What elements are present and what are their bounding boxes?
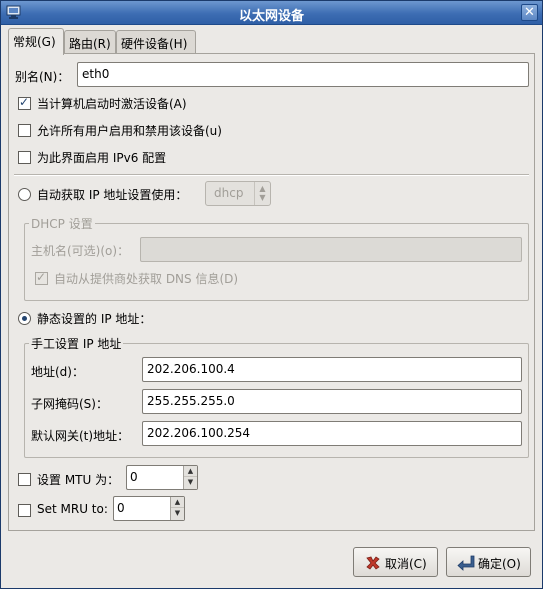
auto-ip-radio[interactable]	[18, 188, 31, 201]
general-panel: 别名(N)： eth0 当计算机启动时激活设备(A) 允许所有用户启用和禁用该设…	[8, 53, 535, 531]
ipv6-checkbox[interactable]	[18, 151, 31, 164]
spin-down-icon[interactable]: ▼	[171, 508, 184, 519]
mtu-label: 设置 MTU 为：	[37, 473, 120, 487]
auto-dns-label: 自动从提供商处获取 DNS 信息(D)	[54, 272, 239, 286]
allow-users-label: 允许所有用户启用和禁用该设备(u)	[37, 124, 222, 138]
hostname-label: 主机名(可选)(o)：	[31, 244, 130, 258]
static-ip-radio[interactable]	[18, 312, 31, 325]
title-bar[interactable]: 以太网设备 ✕	[1, 1, 542, 25]
mtu-checkbox[interactable]	[18, 473, 31, 486]
activate-on-boot-checkbox[interactable]	[18, 95, 31, 110]
ok-button[interactable]: 确定(O)	[446, 547, 531, 577]
cancel-button-label: 取消(C)	[385, 557, 427, 571]
ip-method-value: dhcp	[214, 186, 244, 200]
tab-general[interactable]: 常规(G)	[8, 28, 64, 55]
spin-up-icon[interactable]: ▲	[171, 497, 184, 508]
spin-up-icon[interactable]: ▲	[184, 466, 197, 477]
mtu-value: 0	[130, 470, 138, 484]
mru-label: Set MRU to:	[37, 502, 108, 516]
auto-dns-checkbox[interactable]	[35, 270, 48, 285]
mru-spinbutton[interactable]: 0 ▲ ▼	[113, 496, 185, 521]
gateway-input[interactable]: 202.206.100.254	[142, 421, 522, 446]
mru-spin-buttons: ▲ ▼	[170, 497, 184, 520]
enter-arrow-icon	[457, 555, 475, 571]
ipv6-label: 为此界面启用 IPv6 配置	[37, 151, 167, 165]
netmask-input[interactable]: 255.255.255.0	[142, 389, 522, 414]
address-input[interactable]: 202.206.100.4	[142, 357, 522, 382]
tab-hardware[interactable]: 硬件设备(H)	[116, 30, 196, 54]
chevron-updown-icon: ▲ ▼	[254, 182, 270, 205]
address-label: 地址(d)：	[31, 365, 84, 379]
manual-ip-title: 手工设置 IP 地址	[29, 335, 124, 352]
spin-down-icon[interactable]: ▼	[184, 477, 197, 488]
mru-value: 0	[117, 501, 125, 515]
ok-button-label: 确定(O)	[478, 557, 521, 571]
mru-checkbox[interactable]	[18, 504, 31, 517]
gateway-label: 默认网关(t)地址：	[31, 429, 130, 443]
activate-on-boot-label: 当计算机启动时激活设备(A)	[37, 97, 187, 111]
close-icon[interactable]: ✕	[521, 4, 538, 21]
static-ip-label: 静态设置的 IP 地址：	[37, 312, 152, 326]
dhcp-settings-title: DHCP 设置	[29, 215, 95, 232]
separator	[14, 174, 529, 176]
hostname-input[interactable]	[140, 237, 522, 262]
ip-method-select[interactable]: dhcp ▲ ▼	[205, 181, 271, 206]
allow-users-checkbox[interactable]	[18, 124, 31, 137]
auto-ip-label: 自动获取 IP 地址设置使用：	[37, 188, 188, 202]
tab-routes[interactable]: 路由(R)	[64, 30, 116, 54]
window-title: 以太网设备	[238, 9, 304, 24]
cancel-button[interactable]: 取消(C)	[353, 547, 438, 577]
mtu-spinbutton[interactable]: 0 ▲ ▼	[126, 465, 198, 490]
nickname-input[interactable]: eth0	[77, 62, 529, 87]
nickname-label: 别名(N)：	[15, 70, 70, 84]
dhcp-settings-frame	[24, 223, 529, 301]
cancel-x-icon	[366, 556, 380, 570]
netmask-label: 子网掩码(S)：	[31, 397, 108, 411]
dialog-window: 以太网设备 ✕ 常规(G) 路由(R) 硬件设备(H) 别名(N)： eth0 …	[0, 0, 543, 589]
mtu-spin-buttons: ▲ ▼	[183, 466, 197, 489]
